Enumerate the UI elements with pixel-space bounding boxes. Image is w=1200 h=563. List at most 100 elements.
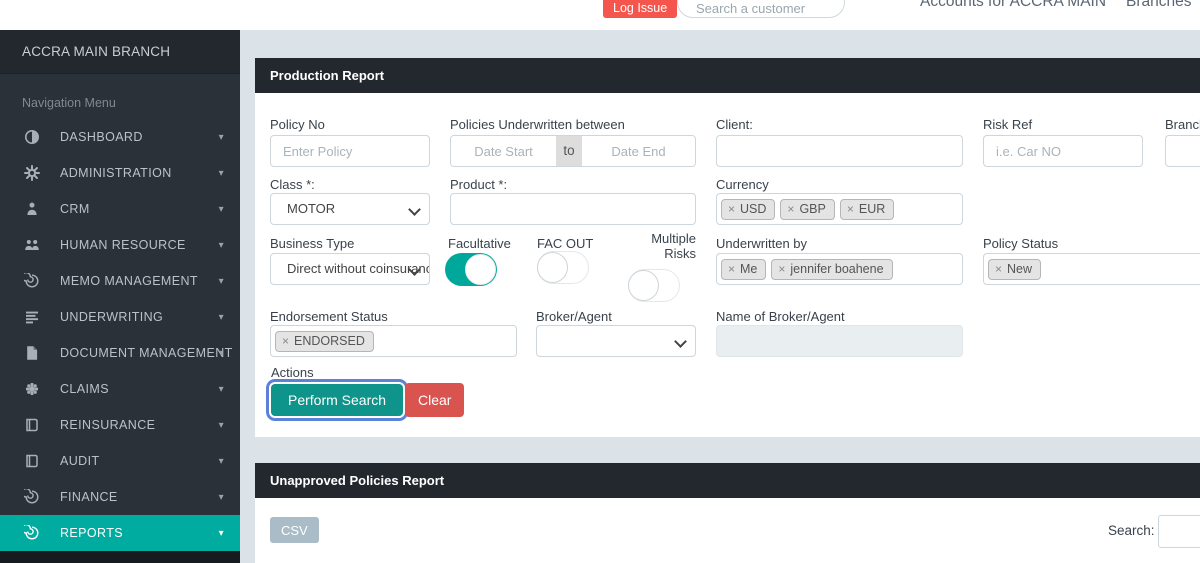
tag-label: ENDORSED (294, 333, 365, 348)
tag-label: jennifer boahene (790, 261, 884, 276)
endorsement-status-tagbox[interactable]: × ENDORSED (270, 325, 517, 357)
sidebar-menu: DASHBOARD ADMINISTRATION CRM HUMAN RESOURCE… (0, 119, 240, 551)
caret-down-icon (219, 132, 224, 143)
remove-tag-icon[interactable]: × (787, 202, 794, 216)
people-icon (24, 237, 40, 253)
remove-tag-icon[interactable]: × (778, 262, 785, 276)
unapproved-policies-panel: Unapproved Policies Report CSV Search: (255, 463, 1200, 563)
caret-down-icon (219, 348, 224, 359)
sidebar-item-document-management[interactable]: DOCUMENT MANAGEMENT (0, 335, 240, 371)
table-search-input[interactable] (1158, 515, 1200, 548)
sidebar-item-reports[interactable]: REPORTS (0, 515, 240, 551)
sidebar-item-label: AUDIT (60, 454, 100, 468)
multiple-risks-label: Multiple Risks (651, 231, 696, 261)
product-input[interactable] (450, 193, 696, 225)
underwritten-between-label: Policies Underwritten between (450, 117, 625, 132)
selected-tag[interactable]: × ENDORSED (275, 330, 374, 352)
tag-label: USD (740, 201, 767, 216)
selected-tag[interactable]: × GBP (780, 198, 835, 220)
business-type-select[interactable]: Direct without coinsurance (270, 253, 430, 285)
class-select[interactable]: MOTOR (270, 193, 430, 225)
gear-icon (24, 165, 40, 181)
sidebar-submenu-area (0, 551, 240, 563)
sidebar-item-crm[interactable]: CRM (0, 191, 240, 227)
sidebar-item-underwriting[interactable]: UNDERWRITING (0, 299, 240, 335)
currency-tagbox[interactable]: × USD × GBP × EUR (716, 193, 963, 225)
selected-tag[interactable]: × USD (721, 198, 776, 220)
policy-no-input[interactable] (270, 135, 430, 167)
customer-search-input[interactable] (677, 0, 845, 18)
sidebar-item-audit[interactable]: AUDIT (0, 443, 240, 479)
business-type-label: Business Type (270, 236, 355, 251)
date-end-input[interactable] (582, 136, 695, 166)
perform-search-button[interactable]: Perform Search (271, 384, 404, 416)
caret-down-icon (219, 168, 224, 179)
lines-icon (24, 309, 40, 325)
tag-label: GBP (799, 201, 826, 216)
nav-branches[interactable]: Branches (1126, 0, 1198, 11)
panel-title: Unapproved Policies Report (255, 463, 1200, 498)
currency-label: Currency (716, 177, 769, 192)
date-start-input[interactable] (451, 136, 556, 166)
caret-down-icon (219, 456, 224, 467)
selected-tag[interactable]: × EUR (839, 198, 895, 220)
sidebar-item-label: MEMO MANAGEMENT (60, 274, 198, 288)
caret-down-icon (219, 492, 224, 503)
broker-agent-select[interactable] (536, 325, 696, 357)
sidebar-item-dashboard[interactable]: DASHBOARD (0, 119, 240, 155)
selected-tag[interactable]: × New (988, 258, 1042, 280)
sidebar-item-label: CRM (60, 202, 90, 216)
policy-status-tagbox[interactable]: × New (983, 253, 1200, 285)
toggle-knob (628, 270, 659, 301)
sidebar-item-human-resource[interactable]: HUMAN RESOURCE (0, 227, 240, 263)
broker-agent-label: Broker/Agent (536, 309, 612, 324)
branch-title: ACCRA MAIN BRANCH (0, 30, 240, 74)
underwritten-by-tagbox[interactable]: × Me × jennifer boahene (716, 253, 963, 285)
table-search-label: Search: (1108, 523, 1155, 538)
toggle-knob (465, 254, 496, 285)
sidebar-item-memo-management[interactable]: MEMO MANAGEMENT (0, 263, 240, 299)
sidebar-item-administration[interactable]: ADMINISTRATION (0, 155, 240, 191)
client-input[interactable] (716, 135, 963, 167)
nav-accounts[interactable]: Accounts for ACCRA MAIN (920, 0, 1112, 11)
contrast-icon (24, 129, 40, 145)
endorsement-status-label: Endorsement Status (270, 309, 388, 324)
caret-down-icon (219, 240, 224, 251)
toggle-knob (537, 252, 568, 283)
broker-name-input (716, 325, 963, 357)
fac-out-label: FAC OUT (537, 236, 594, 251)
actions-label: Actions (271, 365, 314, 380)
selected-tag[interactable]: × jennifer boahene (771, 258, 893, 280)
sidebar: ACCRA MAIN BRANCH Navigation Menu DASHBO… (0, 30, 240, 563)
log-issue-button[interactable]: Log Issue (603, 0, 678, 18)
sidebar-item-label: DASHBOARD (60, 130, 143, 144)
fac-out-toggle[interactable] (537, 251, 589, 284)
branch-input[interactable] (1165, 135, 1200, 167)
sidebar-item-reinsurance[interactable]: REINSURANCE (0, 407, 240, 443)
risk-ref-input[interactable] (983, 135, 1143, 167)
file-icon (24, 345, 40, 361)
clear-button[interactable]: Clear (405, 383, 465, 417)
remove-tag-icon[interactable]: × (995, 262, 1002, 276)
multiple-risks-toggle[interactable] (628, 269, 680, 302)
nav-accounts-label: Accounts for ACCRA MAIN (920, 0, 1107, 10)
csv-export-button[interactable]: CSV (270, 517, 319, 543)
remove-tag-icon[interactable]: × (282, 334, 289, 348)
sidebar-item-finance[interactable]: FINANCE (0, 479, 240, 515)
remove-tag-icon[interactable]: × (728, 262, 735, 276)
caret-down-icon (219, 384, 224, 395)
branch-label: Branches (1165, 117, 1200, 132)
book-icon (24, 417, 40, 433)
selected-tag[interactable]: × Me (721, 258, 767, 280)
remove-tag-icon[interactable]: × (728, 202, 735, 216)
navigation-menu-label: Navigation Menu (22, 96, 116, 110)
remove-tag-icon[interactable]: × (847, 202, 854, 216)
coil-icon (24, 273, 40, 289)
tag-label: EUR (858, 201, 886, 216)
sidebar-item-label: ADMINISTRATION (60, 166, 172, 180)
facultative-toggle[interactable] (445, 253, 497, 286)
caret-down-icon (219, 204, 224, 215)
sidebar-item-claims[interactable]: CLAIMS (0, 371, 240, 407)
facultative-label: Facultative (448, 236, 511, 251)
sidebar-item-label: REINSURANCE (60, 418, 156, 432)
